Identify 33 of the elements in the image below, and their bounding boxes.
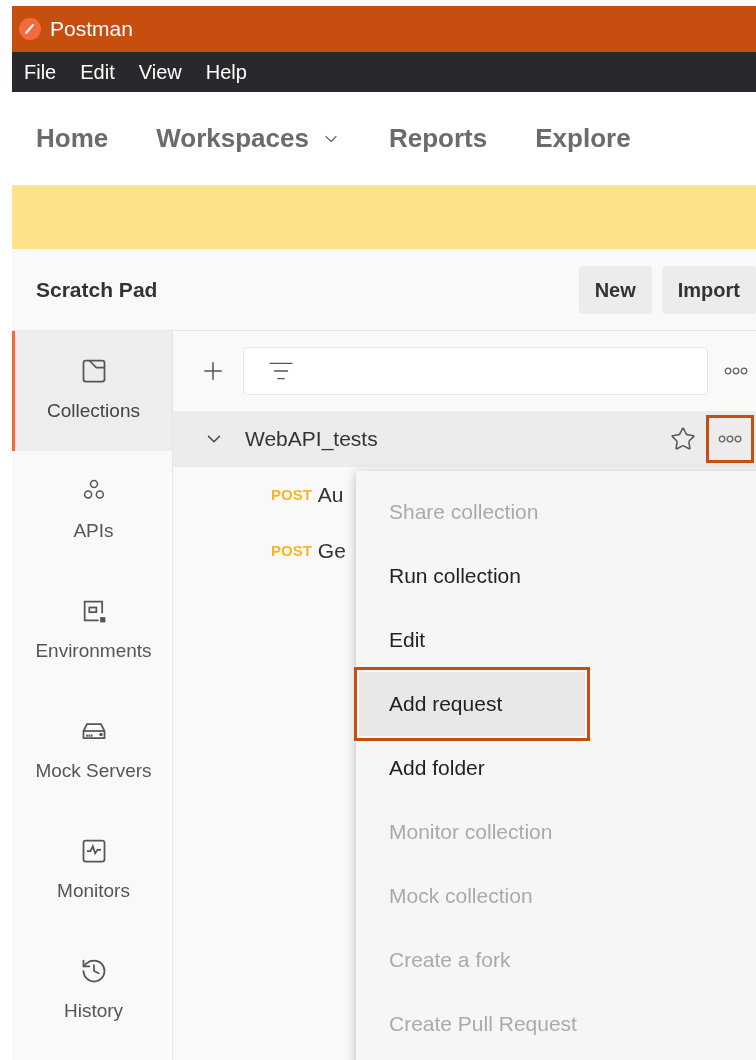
menu-item[interactable]: File [24,57,57,87]
nav-tab[interactable]: Reports [388,119,488,158]
menu-option[interactable]: Edit [356,608,756,672]
workspace-title: Scratch Pad [36,276,158,303]
sidebar-item[interactable]: Monitors [12,811,172,931]
menu-option[interactable]: Add folder [356,736,756,800]
window-title: Postman [50,16,133,43]
nav-tab[interactable]: Explore [535,119,631,158]
menu-item[interactable]: View [138,57,182,87]
collection-row[interactable]: WebAPI_tests [173,411,756,467]
star-icon[interactable] [670,426,696,452]
menu-option[interactable]: Run collection [356,544,756,608]
method-label: POST [271,484,312,505]
nav-tab[interactable]: Home [36,119,109,158]
sidebar-item[interactable]: History [12,931,172,1051]
menu-item[interactable]: Edit [80,57,115,87]
app-logo-icon [18,17,42,41]
nav-tab[interactable]: Workspaces [156,119,341,158]
header-button[interactable]: Import [661,265,756,314]
request-name[interactable]: Au [317,479,344,511]
sidebar-item[interactable]: Mock Servers [12,691,172,811]
filter-field[interactable] [243,347,708,395]
more-icon [718,435,742,443]
more-button[interactable] [706,415,754,463]
sidebar-item[interactable]: APIs [12,451,172,571]
method-label: POST [271,540,312,561]
collection-name: WebAPI_tests [245,426,379,453]
header-button[interactable]: New [578,265,652,314]
sidebar-item[interactable]: Collections [12,331,172,451]
request-name[interactable]: Ge [317,535,346,567]
menu-item[interactable]: Help [205,57,247,87]
more-icon[interactable] [724,367,748,375]
sidebar-item[interactable]: Environments [12,571,172,691]
